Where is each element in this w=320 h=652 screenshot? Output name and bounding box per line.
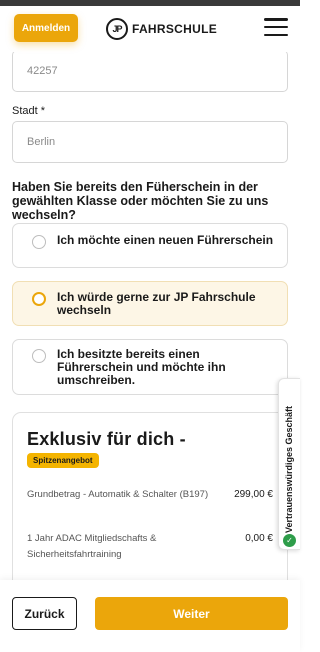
offer-badge: Spitzenangebot	[27, 453, 99, 468]
logo[interactable]: JP FAHRSCHULE	[106, 16, 217, 42]
option-convert-license[interactable]: Ich besitzte bereits einen Führerschein …	[12, 339, 288, 395]
zip-field-value: 42257	[27, 65, 58, 77]
login-button[interactable]: Anmelden	[14, 14, 78, 42]
option-label: Ich besitzte bereits einen Führerschein …	[57, 347, 226, 387]
offer-title: Exklusiv für dich -	[27, 429, 186, 449]
city-label: Stadt *	[12, 105, 46, 117]
option-switch-school[interactable]: Ich würde gerne zur JP Fahrschule wechse…	[12, 281, 288, 326]
offer-line-label: Grundbetrag - Automatik & Schalter (B197…	[27, 489, 209, 500]
city-field-value: Berlin	[27, 136, 56, 148]
radio-switch-school[interactable]	[32, 292, 46, 306]
logo-text: FAHRSCHULE	[132, 22, 218, 36]
option-new-license[interactable]: Ich möchte einen neuen Führerschein	[12, 223, 288, 268]
radio-new-license[interactable]	[32, 235, 46, 249]
checkmark-icon: ✓	[283, 534, 296, 547]
city-field[interactable]: Berlin	[12, 121, 288, 163]
offer-line-price: 299,00 €	[234, 489, 273, 500]
offer-line-label: 1 Jahr ADAC Mitgliedschafts & Sicherheit…	[27, 533, 157, 560]
trust-badge[interactable]: ✓ Vertrauenswürdiges Geschäft	[278, 378, 300, 550]
footer: Zurück Weiter	[0, 580, 300, 652]
logo-mark: JP	[106, 18, 128, 40]
license-question: Haben Sie bereits den Füherschein in der…	[12, 180, 269, 222]
header: Anmelden JP FAHRSCHULE	[0, 6, 300, 52]
menu-icon[interactable]	[264, 18, 288, 36]
next-button[interactable]: Weiter	[95, 597, 288, 630]
option-label: Ich möchte einen neuen Führerschein	[57, 233, 274, 247]
radio-convert-license[interactable]	[32, 349, 46, 363]
trust-badge-label: Vertrauenswürdiges Geschäft	[284, 405, 294, 533]
zip-field[interactable]: 42257	[12, 50, 288, 92]
back-button[interactable]: Zurück	[12, 597, 77, 630]
option-label: Ich würde gerne zur JP Fahrschule wechse…	[57, 290, 256, 317]
offer-line-price: 0,00 €	[245, 533, 273, 544]
